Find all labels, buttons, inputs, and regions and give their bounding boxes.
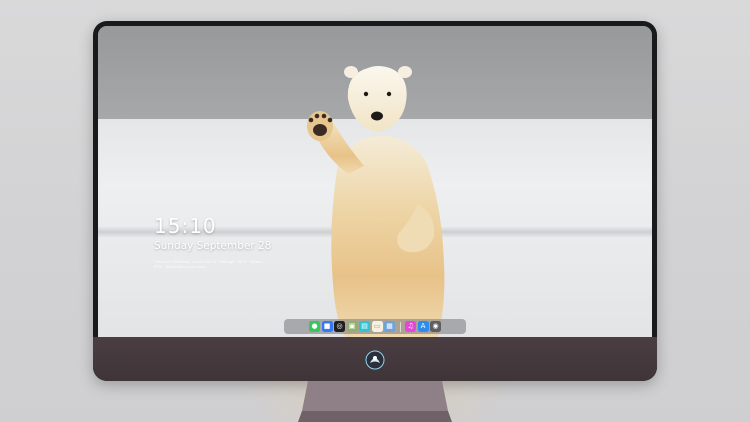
brand-logo-icon — [365, 350, 385, 370]
messages-icon[interactable]: ● — [309, 321, 320, 332]
preview-icon[interactable]: ▣ — [346, 321, 358, 332]
camera-icon[interactable]: ◉ — [430, 321, 441, 332]
photos-icon[interactable]: ▦ — [384, 321, 395, 332]
safari-icon[interactable]: ◎ — [334, 321, 345, 332]
appstore-icon[interactable]: A — [417, 321, 429, 332]
claquette-icon[interactable]: ▤ — [359, 321, 370, 332]
polar-bear-wallpaper — [307, 66, 445, 337]
notes-icon[interactable]: ▭ — [371, 321, 383, 332]
music-icon[interactable]: ♫ — [405, 321, 416, 332]
desktop-screen: 15:10 Sunday September 28 Unknown (Windo… — [98, 26, 652, 337]
lockscreen-date: Sunday September 28 — [154, 240, 272, 252]
lockscreen-notification-text: Unknown (Windows, Ubuntu 24.04 · Setting… — [154, 260, 264, 269]
dock-separator — [399, 321, 401, 332]
monitor: 15:10 Sunday September 28 Unknown (Windo… — [93, 21, 657, 381]
lockscreen-time: 15:10 — [154, 214, 217, 238]
dock: ● ■ ◎ ▣ ▤ ▭ ▦ ♫ A ◉ — [284, 319, 466, 334]
monitor-stand — [298, 381, 452, 422]
files-icon[interactable]: ■ — [321, 321, 333, 332]
